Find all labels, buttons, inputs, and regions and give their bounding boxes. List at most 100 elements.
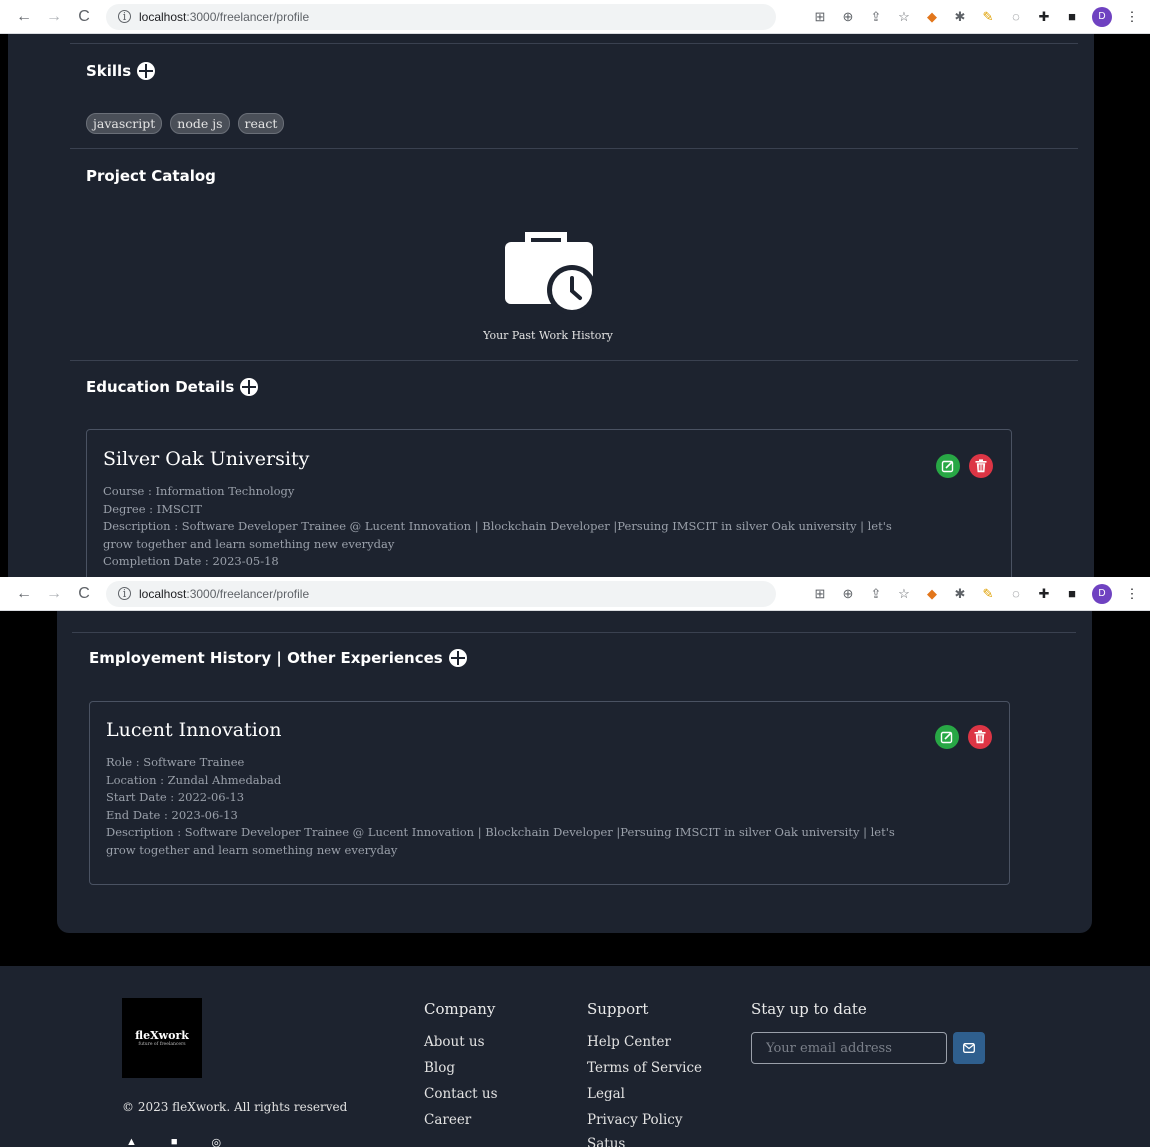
delete-education-button[interactable] — [969, 454, 993, 478]
zoom-icon[interactable]: ⊕ — [840, 9, 856, 25]
education-degree: Degree : IMSCIT — [103, 501, 202, 516]
edit-education-button[interactable] — [936, 454, 960, 478]
metamask-extension-icon[interactable]: ◆ — [924, 586, 940, 602]
briefcase-clock-icon — [503, 224, 599, 315]
footer-link-privacy[interactable]: Privacy Policy — [587, 1112, 683, 1128]
translate-icon[interactable]: ⊞ — [812, 9, 828, 25]
side-panel-icon[interactable]: ■ — [1064, 9, 1080, 25]
bug-extension-icon[interactable]: ✱ — [952, 9, 968, 25]
add-skill-icon[interactable] — [137, 62, 156, 80]
add-employment-icon[interactable] — [448, 649, 467, 667]
extensions-puzzle-icon[interactable]: ✚ — [1036, 586, 1052, 602]
edit-icon — [941, 460, 954, 473]
timer-extension-icon[interactable]: ◌ — [1008, 9, 1024, 25]
zoom-icon[interactable]: ⊕ — [840, 586, 856, 602]
url-path: :3000/freelancer/profile — [186, 9, 310, 24]
back-icon[interactable]: ← — [16, 585, 32, 603]
education-course: Course : Information Technology — [103, 484, 295, 498]
url-host: localhost — [139, 9, 187, 24]
info-icon[interactable]: i — [118, 587, 131, 600]
copyright-text: © 2023 fleXwork. All rights reserved — [122, 1100, 348, 1114]
footer-link-career[interactable]: Career — [424, 1112, 471, 1128]
delete-employment-button[interactable] — [968, 725, 992, 749]
trash-icon — [975, 459, 987, 473]
timer-extension-icon[interactable]: ◌ — [1008, 586, 1024, 602]
more-menu-icon[interactable]: ⋮ — [1124, 9, 1140, 25]
footer-link-contact[interactable]: Contact us — [424, 1086, 498, 1102]
footer-link-legal[interactable]: Legal — [587, 1086, 625, 1102]
newsletter-title: Stay up to date — [751, 1000, 867, 1018]
logo-tagline: future of freelancers — [138, 1042, 186, 1047]
profile-avatar[interactable]: D — [1092, 583, 1112, 604]
page-viewport-top: Skills javascript node js react Project Ca… — [0, 34, 1150, 577]
browser-toolbar: ← → C i localhost:3000/freelancer/profil… — [0, 0, 1150, 34]
trash-icon — [974, 730, 986, 744]
footer-link-terms[interactable]: Terms of Service — [587, 1060, 702, 1076]
company-column-title: Company — [424, 1000, 496, 1018]
footer-link-about[interactable]: About us — [424, 1034, 485, 1050]
forward-icon[interactable]: → — [46, 8, 62, 26]
info-icon[interactable]: i — [118, 10, 131, 23]
employment-start-date: Start Date : 2022-06-13 — [106, 790, 245, 804]
footer-link-help-center[interactable]: Help Center — [587, 1034, 671, 1050]
newsletter-submit-button[interactable] — [953, 1032, 985, 1064]
skill-tag: javascript — [86, 113, 163, 134]
skill-tag: react — [237, 113, 285, 134]
profile-avatar[interactable]: D — [1092, 6, 1112, 27]
edit-icon — [940, 731, 953, 744]
employment-title: Employement History | Other Experiences — [89, 649, 443, 667]
bug-extension-icon[interactable]: ✱ — [952, 586, 968, 602]
employment-entry-details: Role : Software Trainee Location : Zunda… — [106, 754, 926, 859]
instagram-icon[interactable]: ◎ — [212, 1136, 222, 1147]
support-column-title: Support — [587, 1000, 649, 1018]
education-header: Education Details — [86, 378, 259, 396]
education-title: Education Details — [86, 378, 235, 396]
skill-tag: node js — [170, 113, 230, 134]
translate-icon[interactable]: ⊞ — [812, 586, 828, 602]
extensions-puzzle-icon[interactable]: ✚ — [1036, 9, 1052, 25]
share-icon[interactable]: ⇪ — [868, 586, 884, 602]
project-catalog-empty-text: Your Past Work History — [483, 329, 613, 342]
site-footer: fleXwork future of freelancers © 2023 fl… — [0, 966, 1150, 1147]
divider — [70, 148, 1078, 149]
envelope-icon — [963, 1043, 975, 1053]
skills-title: Skills — [86, 62, 132, 80]
logo-name: fleXwork — [135, 1029, 189, 1042]
employment-location: Location : Zundal Ahmedabad — [106, 772, 282, 787]
newsletter-email-input[interactable] — [751, 1032, 947, 1064]
bookmark-star-icon[interactable]: ☆ — [896, 9, 912, 25]
employment-role: Role : Software Trainee — [106, 755, 245, 769]
add-education-icon[interactable] — [240, 378, 259, 396]
url-host: localhost — [139, 586, 187, 601]
pen-extension-icon[interactable]: ✎ — [980, 9, 996, 25]
divider — [72, 632, 1076, 633]
project-catalog-header: Project Catalog — [86, 167, 216, 185]
share-icon[interactable]: ⇪ — [868, 9, 884, 25]
url-path: :3000/freelancer/profile — [186, 586, 310, 601]
browser-toolbar: ← → C i localhost:3000/freelancer/profil… — [0, 577, 1150, 611]
forward-icon[interactable]: → — [46, 585, 62, 603]
bookmark-star-icon[interactable]: ☆ — [896, 586, 912, 602]
reload-icon[interactable]: C — [76, 8, 92, 26]
more-menu-icon[interactable]: ⋮ — [1124, 586, 1140, 602]
twitter-icon[interactable]: ▲ — [126, 1136, 137, 1147]
flexwork-logo[interactable]: fleXwork future of freelancers — [122, 998, 202, 1078]
side-panel-icon[interactable]: ■ — [1064, 586, 1080, 602]
pen-extension-icon[interactable]: ✎ — [980, 586, 996, 602]
employment-entry-name: Lucent Innovation — [106, 719, 282, 741]
edit-employment-button[interactable] — [935, 725, 959, 749]
metamask-extension-icon[interactable]: ◆ — [924, 9, 940, 25]
back-icon[interactable]: ← — [16, 8, 32, 26]
footer-link-blog[interactable]: Blog — [424, 1060, 455, 1076]
employment-end-date: End Date : 2023-06-13 — [106, 807, 238, 822]
address-bar[interactable]: i localhost:3000/freelancer/profile — [106, 3, 776, 30]
youtube-icon[interactable]: ■ — [171, 1136, 178, 1147]
employment-header: Employement History | Other Experiences — [89, 649, 467, 667]
education-completion-date: Completion Date : 2023-05-18 — [103, 554, 279, 568]
skills-header: Skills — [86, 62, 156, 80]
footer-link-status[interactable]: Satus — [587, 1136, 625, 1147]
reload-icon[interactable]: C — [76, 585, 92, 603]
address-bar[interactable]: i localhost:3000/freelancer/profile — [106, 580, 776, 607]
education-entry-details: Course : Information Technology Degree :… — [103, 483, 923, 571]
education-entry-name: Silver Oak University — [103, 448, 310, 470]
